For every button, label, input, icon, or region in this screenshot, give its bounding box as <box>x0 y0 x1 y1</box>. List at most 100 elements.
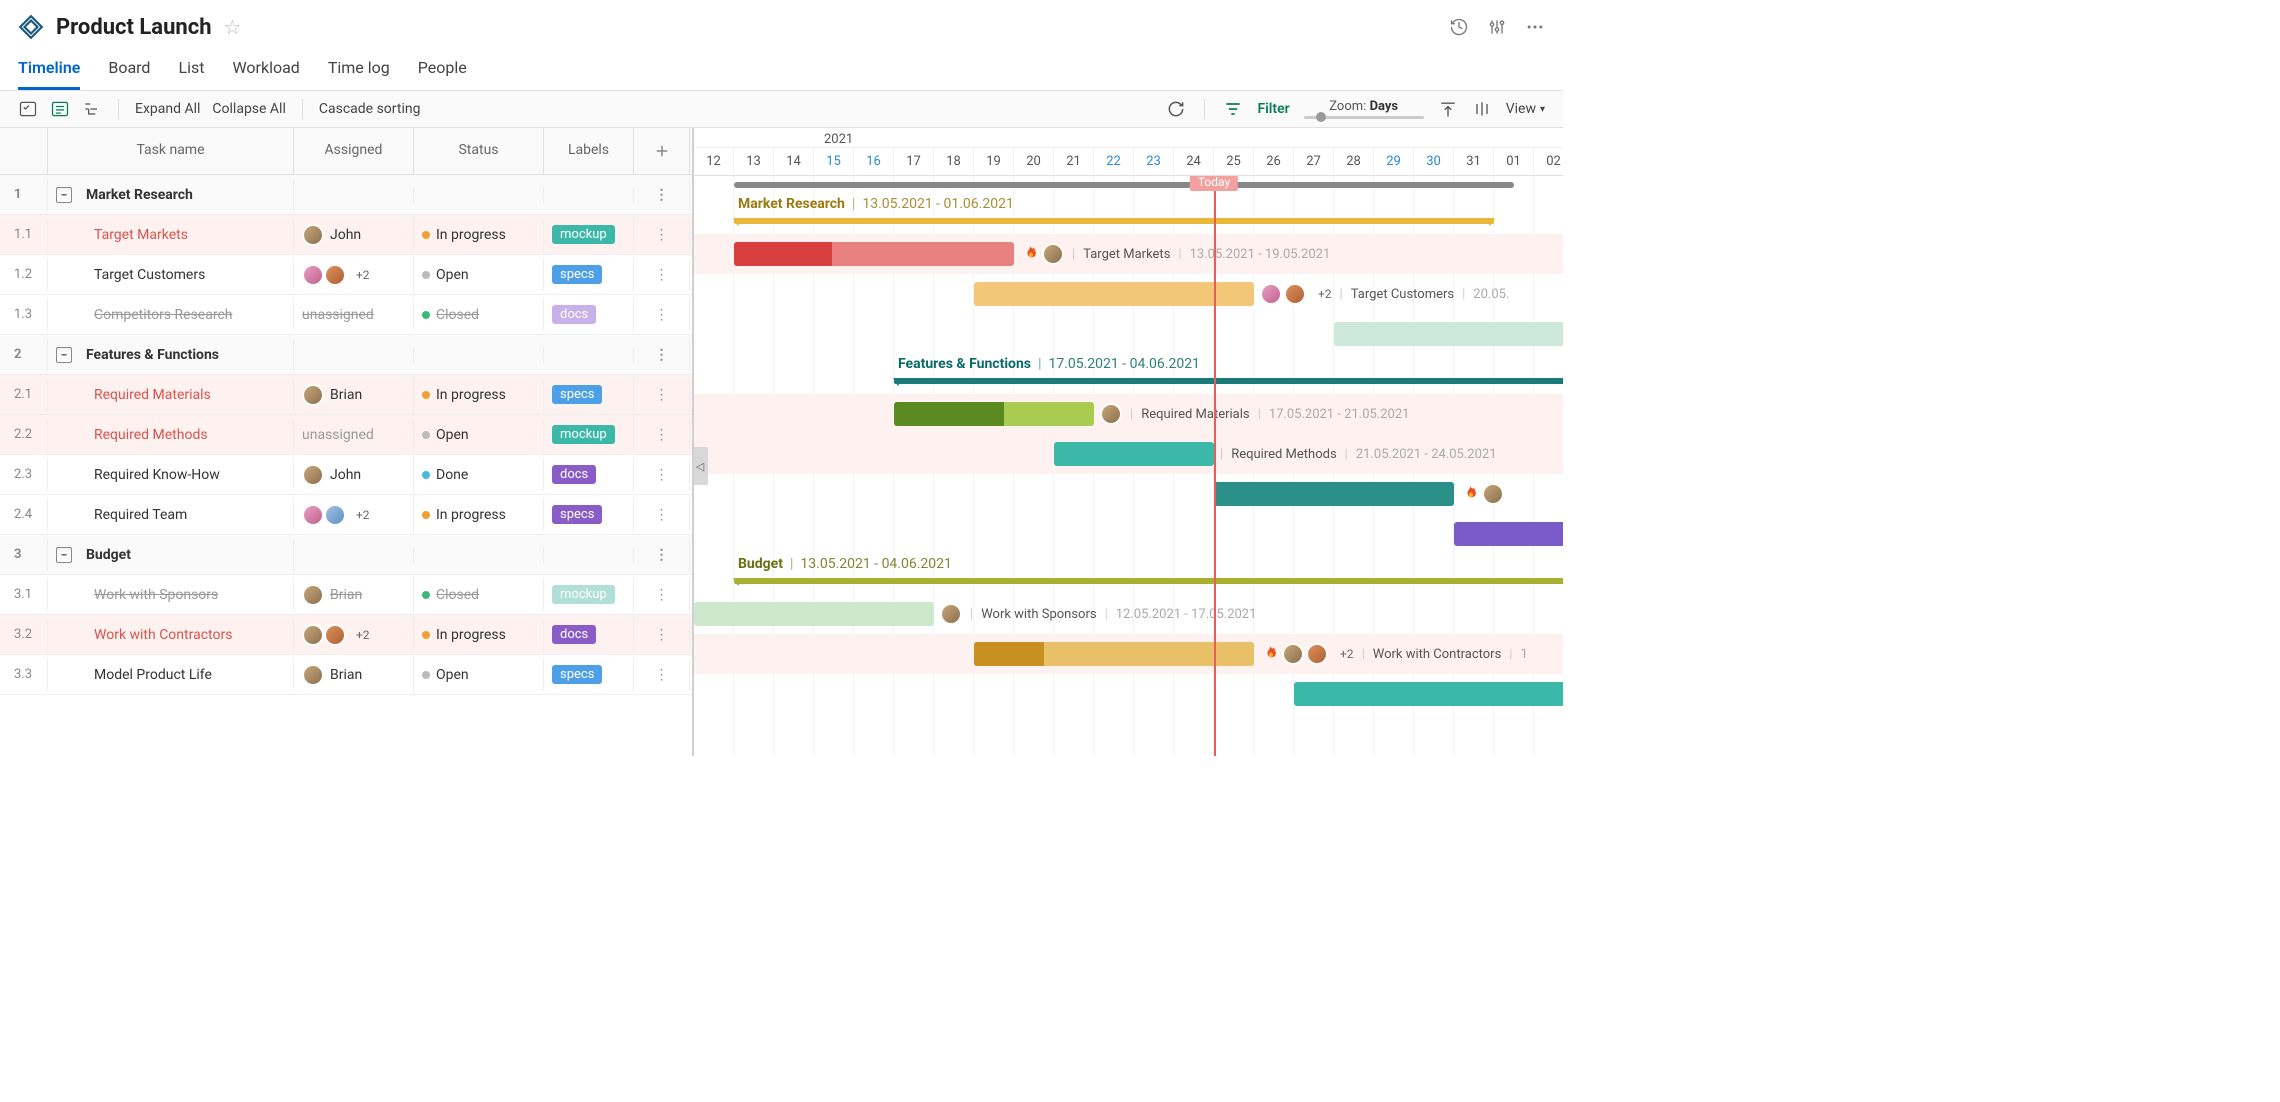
task-bar[interactable] <box>894 402 1094 426</box>
task-row[interactable]: 3.1Work with SponsorsBrianClosedmockup⋮ <box>0 575 692 615</box>
day-cell: 25 <box>1214 148 1254 175</box>
grid-collapse-handle[interactable]: ◁ <box>694 447 708 485</box>
task-bar[interactable] <box>974 642 1254 666</box>
task-group-row[interactable]: 1−Market Research⋮ <box>0 175 692 215</box>
label-tag[interactable]: docs <box>552 465 596 484</box>
task-bar[interactable] <box>1054 442 1214 466</box>
tab-timeline[interactable]: Timeline <box>18 50 80 90</box>
task-row[interactable]: 2.3Required Know-HowJohnDonedocs⋮ <box>0 455 692 495</box>
task-row[interactable]: 1.3Competitors ResearchunassignedClosedd… <box>0 295 692 335</box>
history-icon[interactable] <box>1449 17 1469 37</box>
tab-people[interactable]: People <box>418 50 467 90</box>
gantt-chart[interactable]: 2021 12131415161718192021222324252627282… <box>694 128 1563 756</box>
task-row[interactable]: 1.1Target MarketsJohnIn progressmockup⋮ <box>0 215 692 255</box>
avatar <box>1282 643 1304 665</box>
hierarchy-icon[interactable] <box>82 99 102 119</box>
label-tag[interactable]: docs <box>552 305 596 324</box>
row-menu-icon[interactable]: ⋮ <box>634 179 690 211</box>
page-title: Product Launch <box>56 15 212 40</box>
zoom-control[interactable]: Zoom: Days <box>1304 99 1424 119</box>
label-tag[interactable]: specs <box>552 385 602 404</box>
row-menu-icon[interactable]: ⋮ <box>634 579 690 611</box>
row-number: 1.1 <box>0 219 48 250</box>
row-menu-icon[interactable]: ⋮ <box>634 219 690 251</box>
group-bar[interactable] <box>734 218 1494 224</box>
task-row[interactable]: 2.1Required MaterialsBrianIn progressspe… <box>0 375 692 415</box>
col-task-name[interactable]: Task name <box>48 128 294 174</box>
columns-icon[interactable] <box>1472 99 1492 119</box>
bar-label: |Required Materials|17.05.2021 - 21.05.2… <box>1100 403 1409 425</box>
day-cell: 20 <box>1014 148 1054 175</box>
settings-sliders-icon[interactable] <box>1487 17 1507 37</box>
overdue-fire-icon <box>1260 644 1280 664</box>
task-bar[interactable] <box>734 242 1014 266</box>
row-menu-icon[interactable]: ⋮ <box>634 619 690 651</box>
task-bar[interactable] <box>1334 322 1563 346</box>
filter-icon[interactable] <box>1223 99 1243 119</box>
bar-label: |Target Markets|13.05.2021 - 19.05.2021 <box>1020 243 1330 265</box>
task-row[interactable]: 1.2Target Customers+2Openspecs⋮ <box>0 255 692 295</box>
col-assigned[interactable]: Assigned <box>294 128 414 174</box>
row-menu-icon[interactable]: ⋮ <box>634 659 690 691</box>
tab-board[interactable]: Board <box>108 50 150 90</box>
tab-workload[interactable]: Workload <box>232 50 299 90</box>
task-bar[interactable] <box>1294 682 1563 706</box>
row-menu-icon[interactable]: ⋮ <box>634 459 690 491</box>
favorite-star-icon[interactable]: ☆ <box>224 15 242 39</box>
row-menu-icon[interactable]: ⋮ <box>634 259 690 291</box>
bar-dates: 20.05. <box>1473 287 1509 302</box>
collapse-all-button[interactable]: Collapse All <box>212 101 285 117</box>
group-bar[interactable] <box>894 378 1563 384</box>
refresh-icon[interactable] <box>1166 99 1186 119</box>
gantt-row: |Required Materials|17.05.2021 - 21.05.2… <box>694 394 1563 434</box>
label-tag[interactable]: mockup <box>552 585 615 604</box>
col-status[interactable]: Status <box>414 128 544 174</box>
tab-list[interactable]: List <box>178 50 204 90</box>
row-menu-icon[interactable]: ⋮ <box>634 299 690 331</box>
row-menu-icon[interactable]: ⋮ <box>634 499 690 531</box>
avatar <box>1042 243 1064 265</box>
add-column-button[interactable] <box>634 128 690 174</box>
row-number: 1.3 <box>0 299 48 330</box>
zoom-slider[interactable] <box>1304 116 1424 119</box>
avatar <box>324 504 346 526</box>
row-menu-icon[interactable]: ⋮ <box>634 419 690 451</box>
filter-button[interactable]: Filter <box>1257 101 1289 117</box>
baseline-icon[interactable] <box>50 99 70 119</box>
export-icon[interactable] <box>1438 99 1458 119</box>
label-tag[interactable]: mockup <box>552 425 615 444</box>
view-dropdown[interactable]: View ▾ <box>1506 101 1545 117</box>
label-tag[interactable]: specs <box>552 505 602 524</box>
group-bar[interactable] <box>734 578 1563 584</box>
collapse-toggle[interactable]: − <box>56 347 72 363</box>
gantt-row <box>694 674 1563 714</box>
collapse-toggle[interactable]: − <box>56 187 72 203</box>
task-panel-icon[interactable] <box>18 99 38 119</box>
unassigned-label: unassigned <box>302 307 374 323</box>
task-bar[interactable] <box>1454 522 1563 546</box>
task-row[interactable]: 3.2Work with Contractors+2In progressdoc… <box>0 615 692 655</box>
task-bar[interactable] <box>694 602 934 626</box>
cascade-sorting-button[interactable]: Cascade sorting <box>319 101 421 117</box>
task-group-row[interactable]: 3−Budget⋮ <box>0 535 692 575</box>
overdue-fire-icon <box>1020 244 1040 264</box>
task-row[interactable]: 2.4Required Team+2In progressspecs⋮ <box>0 495 692 535</box>
row-menu-icon[interactable]: ⋮ <box>634 379 690 411</box>
expand-all-button[interactable]: Expand All <box>135 101 200 117</box>
col-labels[interactable]: Labels <box>544 128 634 174</box>
tab-time-log[interactable]: Time log <box>328 50 390 90</box>
label-tag[interactable]: specs <box>552 665 602 684</box>
task-group-row[interactable]: 2−Features & Functions⋮ <box>0 335 692 375</box>
label-tag[interactable]: mockup <box>552 225 615 244</box>
collapse-toggle[interactable]: − <box>56 547 72 563</box>
row-menu-icon[interactable]: ⋮ <box>634 539 690 571</box>
more-menu-icon[interactable] <box>1525 17 1545 37</box>
task-row[interactable]: 2.2Required MethodsunassignedOpenmockup⋮ <box>0 415 692 455</box>
task-bar[interactable] <box>1214 482 1454 506</box>
task-bar[interactable] <box>974 282 1254 306</box>
task-row[interactable]: 3.3Model Product LifeBrianOpenspecs⋮ <box>0 655 692 695</box>
gantt-scrollbar[interactable] <box>734 182 1514 188</box>
row-menu-icon[interactable]: ⋮ <box>634 339 690 371</box>
label-tag[interactable]: specs <box>552 265 602 284</box>
label-tag[interactable]: docs <box>552 625 596 644</box>
